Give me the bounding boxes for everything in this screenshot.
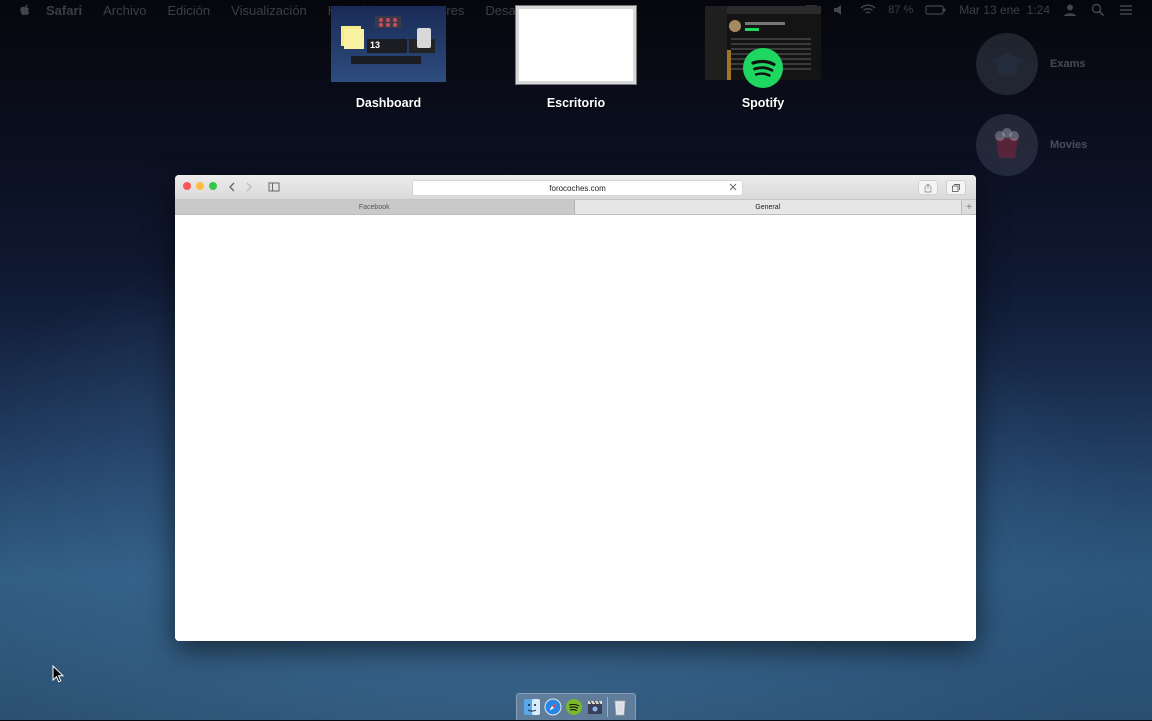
dock-imovie[interactable] xyxy=(586,698,604,716)
show-all-tabs-button[interactable] xyxy=(946,180,966,195)
spotify-logo-icon xyxy=(743,48,783,88)
tab-label-facebook: Facebook xyxy=(358,203,390,211)
close-button[interactable] xyxy=(183,182,191,190)
stop-loading-icon[interactable] xyxy=(728,182,738,192)
chevron-left-icon xyxy=(229,182,235,191)
dock xyxy=(516,693,636,720)
escritorio-thumbnail xyxy=(515,5,637,85)
trash-icon xyxy=(614,700,626,716)
tab-facebook[interactable]: Facebook xyxy=(175,200,575,214)
battery-icon[interactable] xyxy=(925,3,947,17)
space-dashboard[interactable]: 13 Dashboard xyxy=(331,6,446,110)
apple-menu-icon[interactable] xyxy=(18,3,32,17)
sidebar-icon xyxy=(268,182,280,191)
dashboard-widgets-icon xyxy=(341,16,435,64)
mouse-cursor-icon xyxy=(52,665,64,683)
space-escritorio[interactable]: Escritorio xyxy=(515,5,637,110)
tab-bar: Facebook General + xyxy=(175,200,976,215)
dashboard-date: 13 xyxy=(370,40,381,50)
sidebar-toggle-button[interactable] xyxy=(267,180,281,193)
forward-button[interactable] xyxy=(242,180,256,193)
dock-trash[interactable] xyxy=(611,698,629,716)
tab-label-general: General xyxy=(755,203,781,211)
page-content[interactable] xyxy=(175,215,976,641)
space-label-dashboard: Dashboard xyxy=(355,96,422,110)
dock-spotify[interactable] xyxy=(565,698,583,716)
dashboard-thumbnail: 13 xyxy=(331,6,446,82)
desktop-folder-movies[interactable]: Movies xyxy=(976,114,1087,176)
space-label-escritorio: Escritorio xyxy=(546,96,606,110)
menu-visualizacion[interactable]: Visualización xyxy=(231,3,307,18)
battery-percent: 87 % xyxy=(888,4,914,16)
spotify-icon xyxy=(565,699,582,715)
back-button[interactable] xyxy=(225,180,239,193)
menu-clock[interactable]: Mar 13 ene 1:24 xyxy=(959,3,1050,17)
address-bar[interactable]: forocoches.com xyxy=(412,180,743,196)
tab-general[interactable]: General xyxy=(574,200,962,214)
address-url: forocoches.com xyxy=(549,183,606,193)
menu-app-safari[interactable]: Safari xyxy=(46,3,82,18)
share-button[interactable] xyxy=(918,180,938,195)
tabs-overview-icon xyxy=(952,183,960,192)
dock-finder[interactable] xyxy=(523,698,541,716)
menu-archivo[interactable]: Archivo xyxy=(103,3,146,18)
spotlight-search-icon[interactable] xyxy=(1090,3,1106,17)
desktop-label-exams: Exams xyxy=(1050,58,1086,70)
safari-toolbar: forocoches.com xyxy=(175,175,976,200)
popcorn-icon xyxy=(976,114,1038,176)
dock-separator xyxy=(607,697,609,717)
status-area: 87 % Mar 13 ene 1:24 xyxy=(804,0,1134,20)
space-label-spotify: Spotify xyxy=(741,96,785,110)
finder-icon xyxy=(523,699,540,715)
zoom-button[interactable] xyxy=(209,182,217,190)
clapperboard-icon xyxy=(588,700,603,714)
safari-window[interactable]: forocoches.com Facebook General + xyxy=(175,175,976,641)
user-icon[interactable] xyxy=(1062,3,1078,17)
share-icon xyxy=(924,182,932,192)
minimize-button[interactable] xyxy=(196,182,204,190)
chevron-right-icon xyxy=(246,182,252,191)
spotify-thumbnail xyxy=(705,6,821,88)
new-tab-button[interactable]: + xyxy=(961,200,976,214)
desktop-label-movies: Movies xyxy=(1050,139,1088,151)
notification-center-icon[interactable] xyxy=(1118,3,1134,17)
safari-compass-icon xyxy=(544,698,562,716)
wifi-icon[interactable] xyxy=(860,3,876,17)
graduation-cap-icon xyxy=(976,33,1038,95)
dock-safari[interactable] xyxy=(544,698,562,716)
volume-icon[interactable] xyxy=(832,3,848,17)
menu-edicion[interactable]: Edición xyxy=(168,3,211,18)
plus-icon: + xyxy=(966,201,972,213)
desktop-folder-exams[interactable]: Exams xyxy=(976,33,1085,95)
space-spotify[interactable]: Spotify xyxy=(705,6,821,110)
